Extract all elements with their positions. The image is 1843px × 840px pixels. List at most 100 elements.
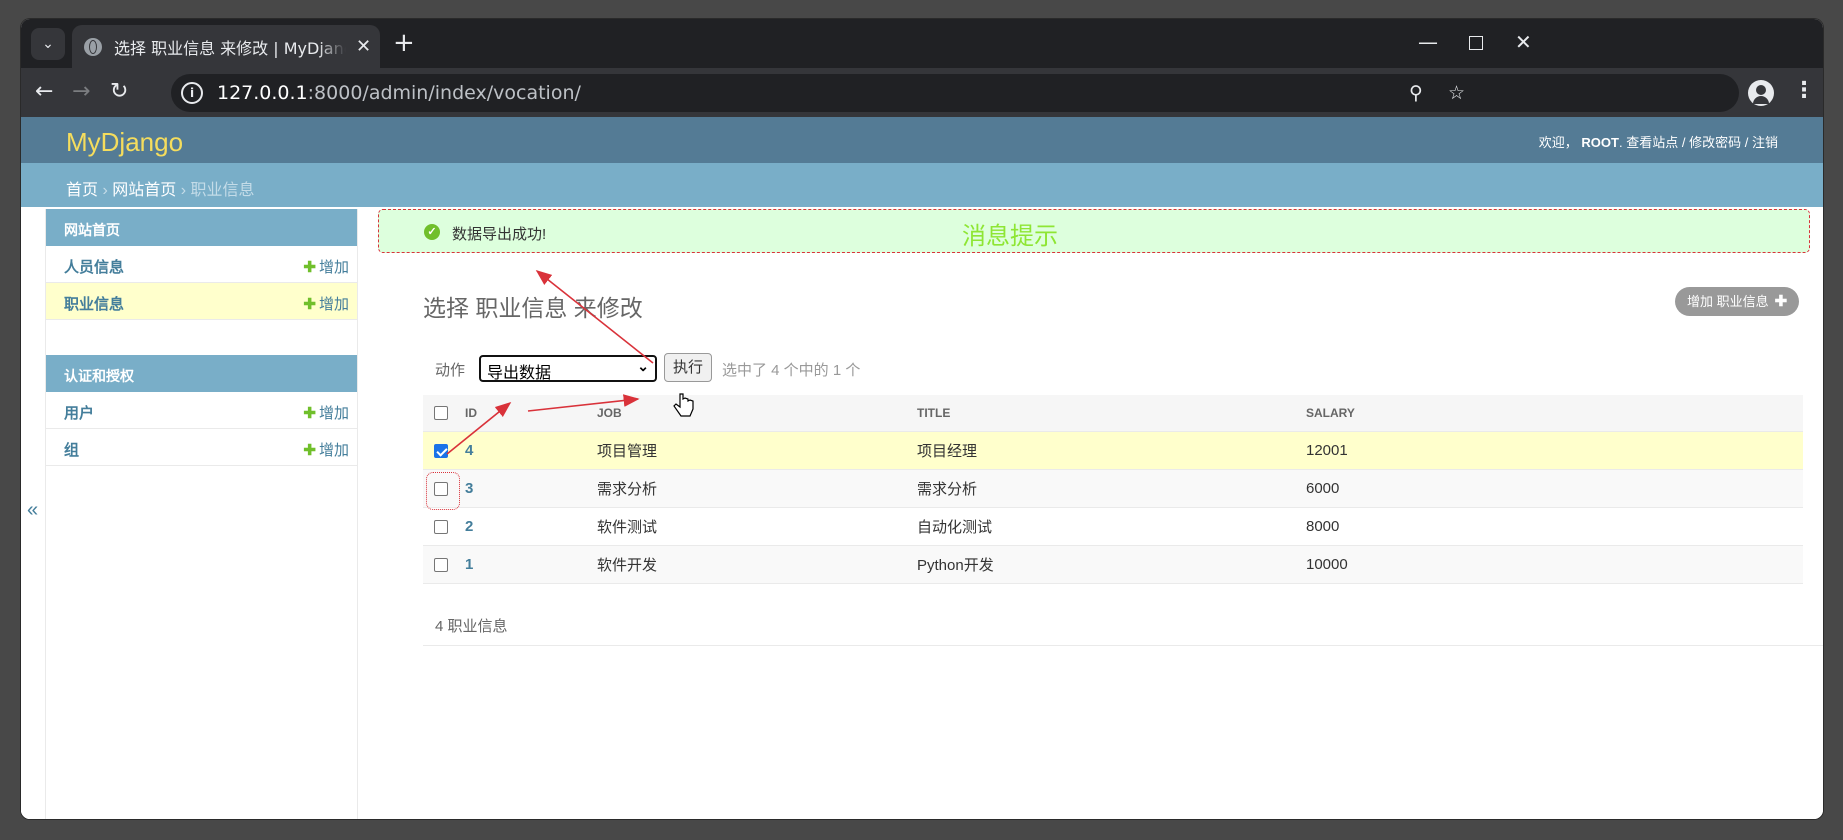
collapse-sidebar-icon[interactable]: « <box>27 499 38 522</box>
change-password-link[interactable]: 修改密码 <box>1689 135 1741 150</box>
sidebar-item-persons: 人员信息 ✚ 增加 <box>46 246 357 283</box>
logout-link[interactable]: 注销 <box>1752 135 1778 150</box>
id-cell: 3 <box>455 469 597 508</box>
breadcrumb-separator: › <box>102 182 108 199</box>
job-cell: 项目管理 <box>597 431 917 470</box>
run-action-button[interactable]: 执行 <box>664 353 712 382</box>
profile-avatar-icon[interactable] <box>1748 80 1774 106</box>
id-link[interactable]: 4 <box>465 442 473 459</box>
success-check-icon: ✓ <box>424 224 440 240</box>
breadcrumb-home-link[interactable]: 首页 <box>66 182 98 199</box>
model-link-users[interactable]: 用户 <box>64 402 94 423</box>
paginator: 4 职业信息 <box>423 604 1823 646</box>
model-link-groups[interactable]: 组 <box>64 439 79 460</box>
back-arrow-icon[interactable]: ← <box>35 80 53 104</box>
add-user-link[interactable]: ✚ 增加 <box>303 402 349 423</box>
add-label: 增加 <box>318 296 349 313</box>
close-window-icon[interactable]: ✕ <box>1515 31 1532 53</box>
reload-icon[interactable]: ↻ <box>110 80 128 104</box>
admin-header: MyDjango 欢迎， ROOT. 查看站点 / 修改密码 / 注销 <box>21 117 1823 163</box>
action-selected-value: 导出数据 <box>487 365 552 382</box>
row-checkbox[interactable] <box>434 557 448 572</box>
breadcrumb: 首页 › 网站首页 › 职业信息 <box>21 163 1823 207</box>
browser-toolbar: ← → ↻ i 127.0.0.1:8000/admin/index/vocat… <box>21 68 1823 117</box>
add-button-label: 增加 职业信息 <box>1687 294 1769 309</box>
add-label: 增加 <box>318 405 349 422</box>
add-vocation-button[interactable]: 增加 职业信息 ✚ <box>1675 287 1800 316</box>
column-header-id[interactable]: ID <box>455 395 597 432</box>
row-checkbox[interactable] <box>434 443 448 458</box>
close-tab-icon[interactable]: ✕ <box>356 36 371 57</box>
id-link[interactable]: 2 <box>465 518 473 535</box>
row-select-cell <box>423 545 455 584</box>
message-text: 数据导出成功! <box>452 226 547 243</box>
separator: / <box>1681 135 1686 150</box>
column-header-job[interactable]: JOB <box>597 395 917 432</box>
select-all-checkbox[interactable] <box>434 406 448 421</box>
maximize-icon[interactable] <box>1469 36 1483 50</box>
minimize-icon[interactable]: — <box>1418 31 1438 53</box>
add-label: 增加 <box>318 259 349 276</box>
address-bar[interactable]: i 127.0.0.1:8000/admin/index/vocation/ ⚲… <box>171 74 1739 112</box>
row-select-cell <box>423 507 455 546</box>
add-plus-icon: ✚ <box>1774 293 1788 310</box>
sidebar-item-users: 用户 ✚ 增加 <box>46 392 357 429</box>
user-tools: 欢迎， ROOT. 查看站点 / 修改密码 / 注销 <box>1538 135 1778 150</box>
add-plus-icon: ✚ <box>303 405 316 422</box>
forward-arrow-icon[interactable]: → <box>72 80 90 104</box>
add-group-link[interactable]: ✚ 增加 <box>303 439 349 460</box>
nav-sidebar: 网站首页 人员信息 ✚ 增加 职业信息 ✚ 增加 认证和授权 用户 ✚ 增加 组 ✚ 增… <box>46 209 358 819</box>
add-label: 增加 <box>318 442 349 459</box>
add-vocation-link[interactable]: ✚ 增加 <box>303 293 349 314</box>
salary-cell: 8000 <box>1306 507 1803 546</box>
site-branding[interactable]: MyDjango <box>66 127 183 158</box>
view-site-link[interactable]: 查看站点 <box>1626 135 1678 150</box>
tab-search-chevron-icon[interactable]: ⌄ <box>31 28 65 60</box>
checkbox-annotation-highlight <box>426 472 460 510</box>
django-admin-page: MyDjango 欢迎， ROOT. 查看站点 / 修改密码 / 注销 首页 ›… <box>21 117 1823 819</box>
breadcrumb-current: 职业信息 <box>190 182 255 199</box>
table-row[interactable]: 2 软件测试 自动化测试 8000 <box>423 507 1803 546</box>
id-cell: 1 <box>455 545 597 584</box>
job-cell: 需求分析 <box>597 469 917 508</box>
active-tab[interactable]: 选择 职业信息 来修改 | MyDjango ✕ <box>72 25 380 68</box>
table-row[interactable]: 4 项目管理 项目经理 12001 <box>423 431 1803 470</box>
sidebar-item-groups: 组 ✚ 增加 <box>46 429 357 466</box>
breadcrumb-separator: › <box>180 182 187 199</box>
site-info-icon[interactable]: i <box>181 82 203 104</box>
table-row[interactable]: 3 需求分析 需求分析 6000 <box>423 469 1803 508</box>
add-plus-icon: ✚ <box>303 259 316 276</box>
success-message: ✓ 数据导出成功! 消息提示 <box>378 209 1810 253</box>
new-tab-plus-icon[interactable]: + <box>393 29 415 57</box>
column-header-title[interactable]: TITLE <box>917 395 1306 432</box>
salary-cell: 6000 <box>1306 469 1803 508</box>
id-link[interactable]: 1 <box>465 556 473 573</box>
title-cell: 项目经理 <box>917 431 1306 470</box>
module-caption-index[interactable]: 网站首页 <box>46 209 357 246</box>
sidebar-item-vocation: 职业信息 ✚ 增加 <box>46 283 357 320</box>
action-label: 动作 <box>435 362 466 379</box>
breadcrumb-app-link[interactable]: 网站首页 <box>112 182 176 199</box>
salary-cell: 10000 <box>1306 545 1803 584</box>
title-cell: 自动化测试 <box>917 507 1306 546</box>
title-cell: 需求分析 <box>917 469 1306 508</box>
page-title: 选择 职业信息 来修改 <box>423 295 643 321</box>
username: ROOT <box>1581 135 1619 150</box>
column-header-salary[interactable]: SALARY <box>1306 395 1803 432</box>
action-select[interactable]: 导出数据 ⌄ <box>479 355 657 382</box>
module-caption-auth[interactable]: 认证和授权 <box>46 355 357 392</box>
add-persons-link[interactable]: ✚ 增加 <box>303 256 349 277</box>
table-row[interactable]: 1 软件开发 Python开发 10000 <box>423 545 1803 584</box>
id-link[interactable]: 3 <box>465 480 473 497</box>
globe-icon <box>84 37 102 56</box>
zoom-icon[interactable]: ⚲ <box>1409 82 1423 104</box>
model-link-vocation[interactable]: 职业信息 <box>64 293 124 314</box>
bookmark-star-icon[interactable]: ☆ <box>1448 82 1465 104</box>
url-host: 127.0.0.1 <box>217 82 308 104</box>
browser-menu-icon[interactable]: ⋮ <box>1793 78 1815 104</box>
row-select-cell <box>423 431 455 470</box>
row-checkbox[interactable] <box>434 519 448 534</box>
result-list-table: ID JOB TITLE SALARY 4 项目管理 项目经理 12001 3 … <box>423 395 1803 584</box>
toggle-nav-sidebar[interactable]: « <box>21 209 46 819</box>
model-link-persons[interactable]: 人员信息 <box>64 256 124 277</box>
